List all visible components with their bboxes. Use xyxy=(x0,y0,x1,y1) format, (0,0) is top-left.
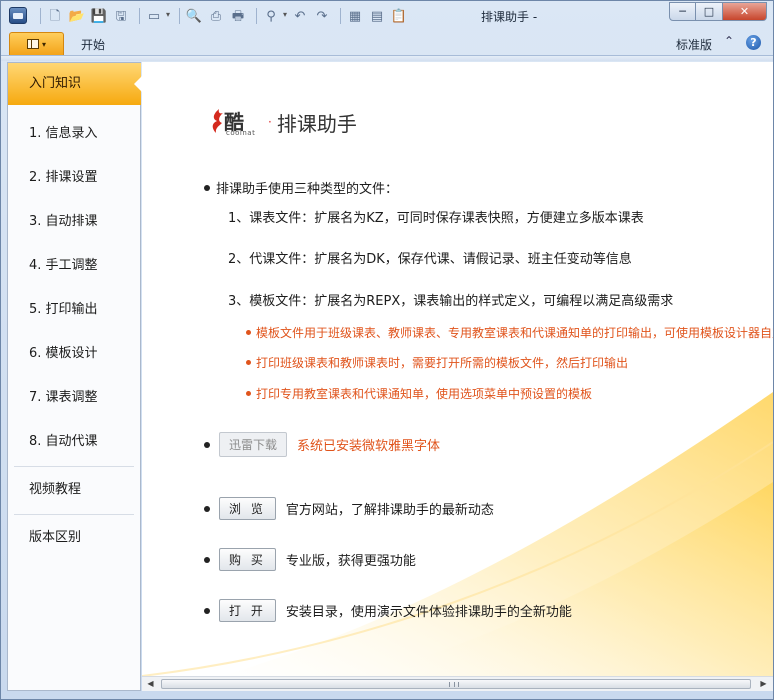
bullet-icon xyxy=(204,556,210,563)
bullet-icon xyxy=(246,330,251,335)
grip-icon xyxy=(449,682,459,687)
file-type-item: 3、模板文件：扩展名为REPX，课表输出的样式定义，可编程以满足高级需求 xyxy=(228,294,674,309)
product-title: 排课助手 xyxy=(276,111,357,136)
note-text: 模板文件用于班级课表、教师课表、专用教室课表和代课通知单的打印输出，可使用模板设… xyxy=(256,326,773,340)
zoom-icon[interactable]: ⚲ xyxy=(262,7,287,25)
sidebar-item-auto-substitute[interactable]: 8. 自动代课 xyxy=(8,427,141,457)
new-file-icon[interactable]: 🗋 xyxy=(46,7,64,25)
purchase-text: 专业版，获得更强功能 xyxy=(285,554,416,569)
buy-button[interactable]: 购 买 xyxy=(219,548,276,571)
website-row: 浏 览 官方网站，了解排课助手的最新动态 xyxy=(204,497,494,520)
heading-text: 排课助手使用三种类型的文件： xyxy=(216,182,399,197)
save-as-icon[interactable]: 🖫 xyxy=(112,7,130,25)
window-bottom-frame xyxy=(1,691,773,699)
window-layout-icon[interactable]: ▭ xyxy=(145,7,170,25)
sidebar-item-data-entry[interactable]: 1. 信息录入 xyxy=(8,119,141,149)
toolbar-divider xyxy=(139,8,140,24)
grid-table-icon[interactable]: ▦ xyxy=(346,7,364,25)
quick-access-toolbar: 🗋 📂 💾 🖫 ▭ 🔍 ⎙ 🖶 ⚲ ↶ ↷ ▦ ▤ 📋 xyxy=(35,6,412,26)
edition-label: 标准版 xyxy=(676,38,713,52)
maximize-button[interactable]: □ xyxy=(696,2,723,21)
file-type-item: 2、代课文件：扩展名为DK，保存代课、请假记录、班主任变动等信息 xyxy=(228,252,632,267)
app-window: 🗋 📂 💾 🖫 ▭ 🔍 ⎙ 🖶 ⚲ ↶ ↷ ▦ ▤ 📋 排课助手 - ─ □ ✕ xyxy=(0,0,774,700)
tab-start[interactable]: 开始 xyxy=(81,36,105,53)
print-icon[interactable]: 🖶 xyxy=(229,7,247,25)
install-dir-row: 打 开 安装目录，使用演示文件体验排课助手的全新功能 xyxy=(204,599,572,622)
sidebar-item-print-output[interactable]: 5. 打印输出 xyxy=(8,295,141,325)
font-download-row: 迅雷下载 系统已安装微软雅黑字体 xyxy=(204,432,440,457)
logo-separator: · xyxy=(268,115,272,129)
help-icon[interactable]: ? xyxy=(746,35,761,50)
file-types-heading: 排课助手使用三种类型的文件： xyxy=(204,178,398,197)
app-menu-icon[interactable] xyxy=(9,7,27,24)
open-folder-icon[interactable]: 📂 xyxy=(68,7,86,25)
sidebar-item-template-design[interactable]: 6. 模板设计 xyxy=(8,339,141,369)
sidebar-item-edition-compare[interactable]: 版本区别 xyxy=(8,523,141,553)
download-button[interactable]: 迅雷下载 xyxy=(219,432,287,457)
print-setup-icon[interactable]: ⎙ xyxy=(207,7,225,25)
collapse-ribbon-icon[interactable]: ⌃ xyxy=(721,34,737,50)
bullet-icon xyxy=(204,607,210,614)
font-status-text: 系统已安装微软雅黑字体 xyxy=(297,439,441,454)
clipboard-doc-icon[interactable]: 📋 xyxy=(390,7,408,25)
sidebar-item-timetable-adjust[interactable]: 7. 课表调整 xyxy=(8,383,141,413)
browse-button[interactable]: 浏 览 xyxy=(219,497,276,520)
bullet-icon xyxy=(246,391,251,396)
grid-merge-icon[interactable]: ▤ xyxy=(368,7,386,25)
file-menu-button[interactable]: ▾ xyxy=(9,32,64,55)
install-dir-text: 安装目录，使用演示文件体验排课助手的全新功能 xyxy=(285,605,572,620)
template-note: 打印班级课表和教师课表时，需要打开所需的模板文件，然后打印输出 xyxy=(246,354,628,371)
scroll-right-icon[interactable]: ▶ xyxy=(756,677,771,691)
minimize-button[interactable]: ─ xyxy=(669,2,696,21)
toolbar-divider xyxy=(179,8,180,24)
bullet-icon xyxy=(204,441,210,448)
window-controls: ─ □ ✕ xyxy=(669,2,767,21)
sidebar-divider xyxy=(14,466,134,467)
horizontal-scrollbar[interactable]: ◀ ▶ xyxy=(142,676,773,691)
note-text: 打印班级课表和教师课表时，需要打开所需的模板文件，然后打印输出 xyxy=(256,356,629,370)
ribbon-divider xyxy=(1,55,773,61)
sidebar-item-getting-started[interactable]: 入门知识 xyxy=(8,63,142,105)
file-type-item: 1、课表文件：扩展名为KZ，可同时保存课表快照，方便建立多版本课表 xyxy=(228,211,644,226)
sidebar-item-auto-schedule[interactable]: 3. 自动排课 xyxy=(8,207,141,237)
toolbar-divider xyxy=(256,8,257,24)
sidebar: 入门知识 1. 信息录入 2. 排课设置 3. 自动排课 4. 手工调整 5. … xyxy=(7,62,142,691)
note-text: 打印专用教室课表和代课通知单，使用选项菜单中预设置的模板 xyxy=(256,387,593,401)
save-icon[interactable]: 💾 xyxy=(90,7,108,25)
website-text: 官方网站，了解排课助手的最新动态 xyxy=(285,503,494,518)
product-logo: 酷 coolnat · 排课助手 xyxy=(210,102,357,142)
scroll-thumb[interactable] xyxy=(161,679,751,689)
toolbar-divider xyxy=(340,8,341,24)
toolbar-divider xyxy=(40,8,41,24)
bullet-icon xyxy=(204,505,210,512)
title-bar: 🗋 📂 💾 🖫 ▭ 🔍 ⎙ 🖶 ⚲ ↶ ↷ ▦ ▤ 📋 排课助手 - ─ □ ✕ xyxy=(1,1,773,31)
redo-icon[interactable]: ↷ xyxy=(313,7,331,25)
scroll-left-icon[interactable]: ◀ xyxy=(143,677,158,691)
purchase-row: 购 买 专业版，获得更强功能 xyxy=(204,548,416,571)
ribbon-tab-bar: ▾ 开始 标准版 ⌃ ? xyxy=(1,31,773,55)
brand-name-latin: coolnat xyxy=(226,129,256,137)
bullet-icon xyxy=(204,184,210,191)
sidebar-item-scheduling-settings[interactable]: 2. 排课设置 xyxy=(8,163,141,193)
bullet-icon xyxy=(246,360,251,365)
template-note: 打印专用教室课表和代课通知单，使用选项菜单中预设置的模板 xyxy=(246,385,592,402)
sidebar-item-video-tutorial[interactable]: 视频教程 xyxy=(8,475,141,505)
chevron-down-icon: ▾ xyxy=(41,39,46,49)
document-icon xyxy=(26,39,39,49)
undo-icon[interactable]: ↶ xyxy=(291,7,309,25)
open-button[interactable]: 打 开 xyxy=(219,599,276,622)
print-preview-icon[interactable]: 🔍 xyxy=(185,7,203,25)
brand-mark: 酷 coolnat xyxy=(210,102,268,142)
template-note: 模板文件用于班级课表、教师课表、专用教室课表和代课通知单的打印输出，可使用模板设… xyxy=(246,324,773,341)
sidebar-item-manual-adjust[interactable]: 4. 手工调整 xyxy=(8,251,141,281)
window-title: 排课助手 - xyxy=(481,10,538,24)
close-button[interactable]: ✕ xyxy=(723,2,767,21)
main-content: 酷 coolnat · 排课助手 排课助手使用三种类型的文件： 1、课表文件：扩… xyxy=(142,62,773,676)
sidebar-divider xyxy=(14,514,134,515)
